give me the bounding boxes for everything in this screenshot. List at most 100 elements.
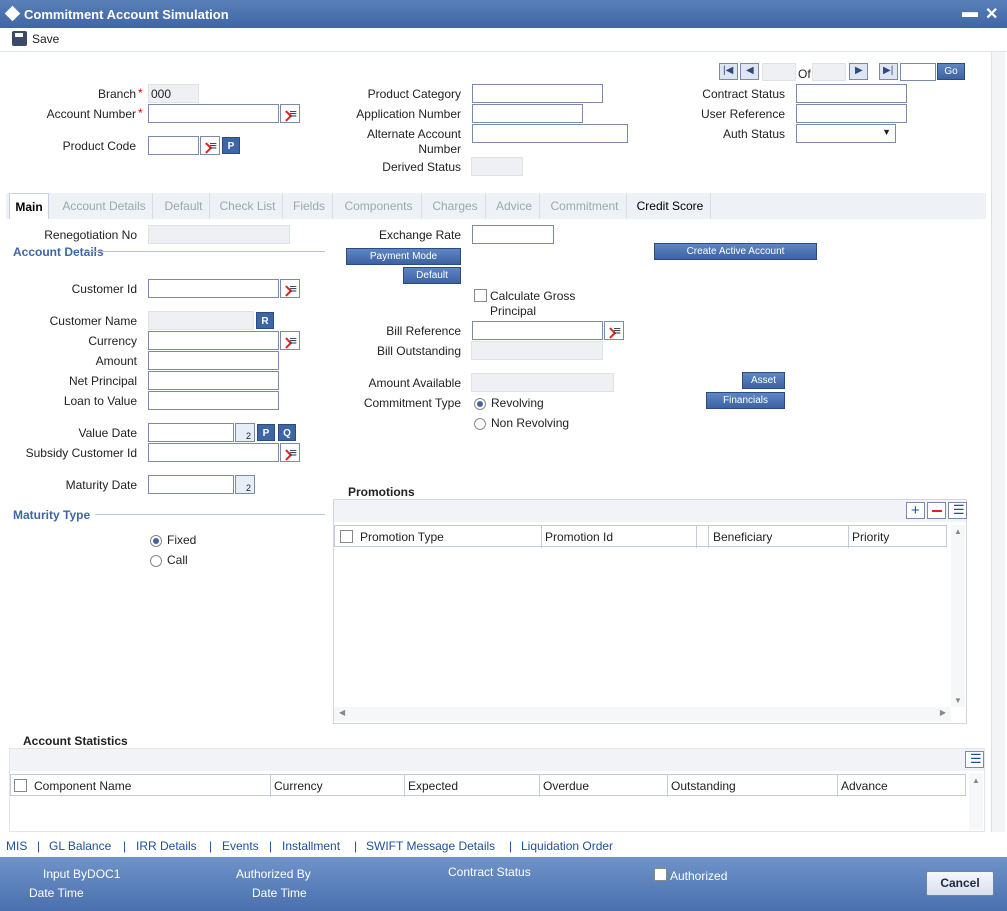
app-diamond-icon [4,5,21,22]
alternate-account-label: Alternate Account [366,127,461,141]
footer-link-swift-message-details[interactable]: SWIFT Message Details [366,839,495,853]
user-reference-input[interactable] [796,104,907,123]
product-category-input[interactable] [472,84,603,103]
alternate-account-number-input[interactable] [472,124,628,143]
close-icon[interactable]: ✕ [985,4,998,24]
account-number-lov-icon[interactable] [280,104,300,123]
value-date-calendar-icon[interactable] [235,423,255,442]
value-date-p-button[interactable]: P [257,424,275,441]
next-record-icon[interactable]: ▶ [849,63,868,80]
total-records-field [812,63,846,81]
contract-status-input[interactable] [796,84,907,103]
payment-mode-button[interactable]: Payment Mode [346,248,461,265]
bill-reference-input[interactable] [472,321,603,340]
account-statistics-single-view-icon[interactable]: ☰ [965,751,984,768]
tab-fields[interactable]: Fields [286,193,333,219]
promotions-vscroll[interactable]: ▲ ▼ [951,525,965,707]
tab-components[interactable]: Components [336,193,422,219]
tab-charges[interactable]: Charges [425,193,486,219]
footer-link-liquidation-order[interactable]: Liquidation Order [521,839,613,853]
promotions-toolbar [334,500,966,522]
net-principal-label: Net Principal [68,374,137,388]
maturity-fixed-radio[interactable] [150,535,162,547]
branch-label: Branch [97,87,136,101]
account-statistics-select-all-checkbox[interactable] [14,779,27,792]
tab-check-list[interactable]: Check List [213,193,283,219]
authorized-checkbox[interactable] [654,868,667,881]
value-date-q-button[interactable]: Q [278,424,296,441]
promotions-hscroll[interactable]: ◀ ▶ [334,707,951,721]
bill-reference-lov-icon[interactable] [604,321,624,340]
tab-account-details[interactable]: Account Details [56,193,153,219]
calculate-gross-principal-checkbox[interactable] [474,289,487,302]
non-revolving-radio[interactable] [474,418,486,430]
save-button[interactable]: Save [32,32,59,46]
footer-link-gl-balance[interactable]: GL Balance [49,839,111,853]
first-record-icon[interactable]: |◀ [719,63,738,80]
revolving-radio[interactable] [474,398,486,410]
create-active-account-button[interactable]: Create Active Account [654,243,817,260]
maturity-call-radio[interactable] [150,555,162,567]
last-record-icon[interactable]: ▶| [879,63,898,80]
currency-lov-icon[interactable] [280,331,300,350]
derived-status-label: Derived Status [382,160,461,174]
account-statistics-vscroll[interactable]: ▲ [969,774,983,830]
value-date-input[interactable] [148,423,234,442]
promotions-heading: Promotions [348,485,415,499]
loan-to-value-input[interactable] [148,391,279,410]
minimize-icon[interactable]: ▬ [962,4,978,22]
maturity-call-label: Call [167,553,188,567]
amount-input[interactable] [148,351,279,370]
customer-id-input[interactable] [148,279,279,298]
col-beneficiary: Beneficiary [709,526,849,548]
subsidy-customer-lov-icon[interactable] [280,443,300,462]
customer-r-button[interactable]: R [256,312,274,329]
amount-available-label: Amount Available [368,376,461,390]
tab-advice[interactable]: Advice [489,193,540,219]
application-number-input[interactable] [472,104,583,123]
vertical-scrollbar[interactable] [991,52,1005,832]
product-code-input[interactable] [148,136,199,155]
tab-main[interactable]: Main [9,193,49,219]
col-component-name: Component Name [30,775,271,797]
customer-name-label: Customer Name [49,314,137,328]
required-marker: * [138,86,143,100]
delete-row-icon[interactable] [927,502,946,519]
go-button[interactable]: Go [937,63,965,80]
subsidy-customer-id-input[interactable] [148,443,279,462]
maturity-date-calendar-icon[interactable] [235,475,255,494]
account-number-input[interactable] [148,104,279,123]
financials-button[interactable]: Financials [706,392,785,409]
col-overdue: Overdue [539,775,668,797]
product-code-lov-icon[interactable] [200,136,220,155]
footer-link-mis[interactable]: MIS [6,839,27,853]
tab-credit-score[interactable]: Credit Score [630,193,711,219]
footer-link-events[interactable]: Events [222,839,259,853]
product-p-button[interactable]: P [222,137,240,154]
account-statistics-heading: Account Statistics [23,734,128,748]
add-row-icon[interactable]: + [906,502,925,519]
tab-commitment[interactable]: Commitment [543,193,627,219]
tab-default[interactable]: Default [158,193,210,219]
maturity-type-heading: Maturity Type [13,508,91,522]
asset-button[interactable]: Asset [742,372,785,389]
customer-id-lov-icon[interactable] [280,279,300,298]
save-icon[interactable] [12,31,27,46]
cancel-button[interactable]: Cancel [926,871,994,896]
net-principal-input[interactable] [148,371,279,390]
default-button[interactable]: Default [403,267,461,284]
of-label: Of [798,67,811,81]
promotions-select-all-checkbox[interactable] [340,530,353,543]
link-separator: | [209,839,213,853]
footer-link-installment[interactable]: Installment [282,839,340,853]
prev-record-icon[interactable]: ◀ [740,63,759,80]
account-statistics-grid-header: Component Name Currency Expected Overdue… [10,774,966,797]
auth-status-select[interactable]: ▼ [796,124,896,143]
customer-id-label: Customer Id [71,282,137,296]
exchange-rate-input[interactable] [472,225,554,244]
footer-link-irr-details[interactable]: IRR Details [136,839,197,853]
goto-record-input[interactable] [900,63,936,81]
currency-input[interactable] [148,331,279,350]
maturity-date-input[interactable] [148,475,234,494]
single-view-icon[interactable]: ☰ [948,502,967,519]
